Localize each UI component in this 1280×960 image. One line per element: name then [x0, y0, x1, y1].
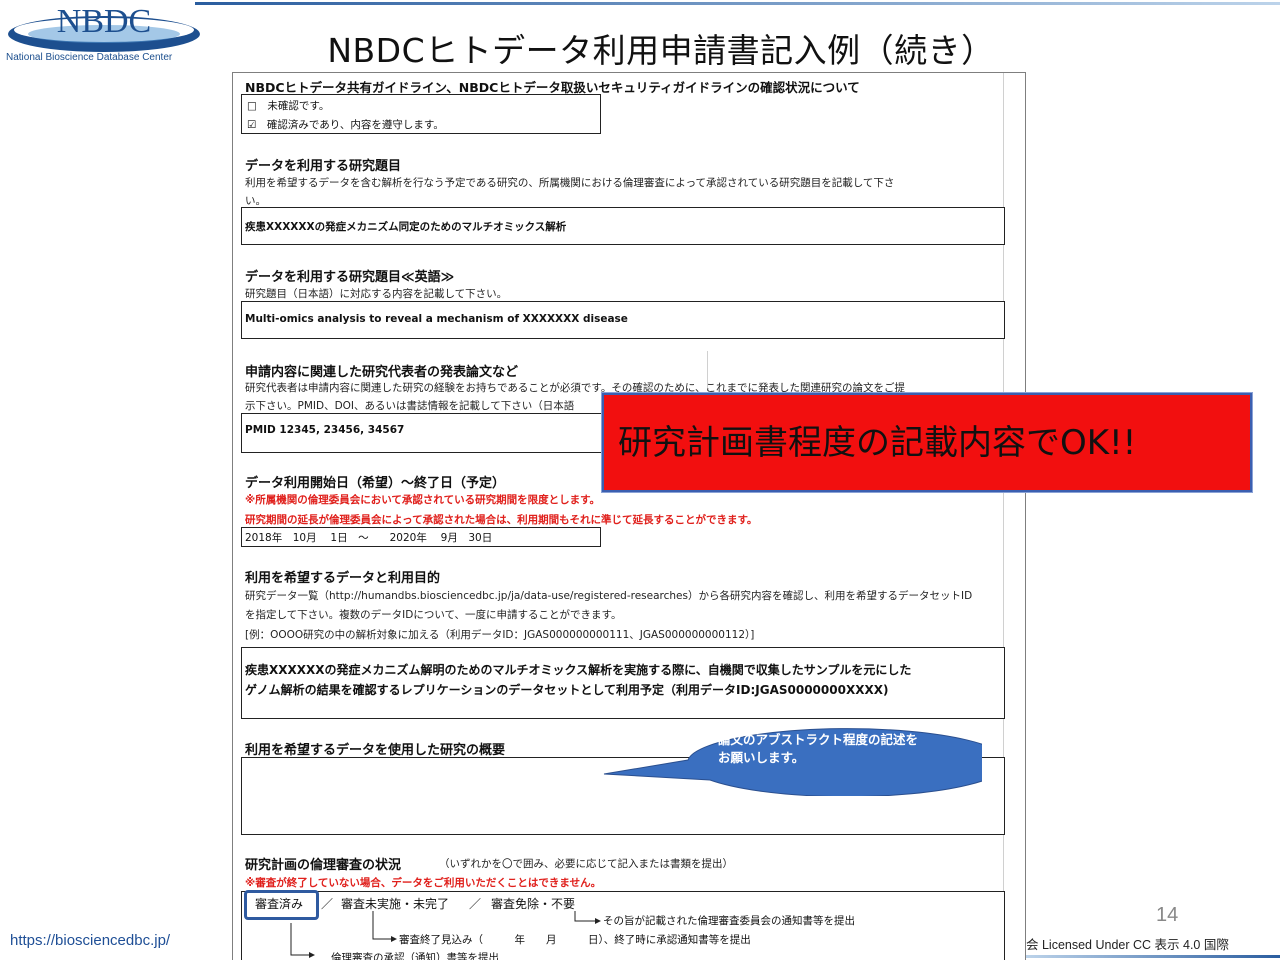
period-value: 2018年 10月 1日 ～ 2020年 9月 30日: [245, 532, 493, 544]
research-title-desc-1: 利用を希望するデータを含む解析を行なう予定である研究の、所属機関における倫理審査…: [245, 177, 895, 189]
footer-url[interactable]: https://biosciencedbc.jp/: [10, 932, 170, 949]
research-title-desc-2: い。: [245, 195, 266, 207]
data-purpose-value-2: ゲノム解析の結果を確認するレプリケーションのデータセットとして利用予定（利用デー…: [245, 683, 889, 697]
summary-heading: 利用を希望するデータを使用した研究の概要: [245, 743, 506, 758]
ethics-option-pending[interactable]: 審査未実施・未完了: [341, 895, 449, 912]
speech-bubble-line-1: 論文のアブストラクト程度の記述を: [718, 732, 919, 747]
research-title-heading: データを利用する研究題目: [245, 159, 402, 174]
footer-license: 会 Licensed Under CC 表示 4.0 国際: [1026, 938, 1229, 952]
ethics-separator-1: ／: [321, 897, 334, 911]
application-form-sheet: NBDCヒトデータ共有ガイドライン、NBDCヒトデータ取扱いセキュリティガイドラ…: [232, 72, 1026, 960]
page-number: 14: [1156, 904, 1179, 926]
papers-heading: 申請内容に関連した研究代表者の発表論文など: [245, 365, 519, 380]
guideline-option-unchecked[interactable]: □ 未確認です。: [247, 98, 329, 113]
papers-desc-2: 示下さい。PMID、DOI、あるいは書誌情報を記載して下さい（日本語: [245, 400, 575, 412]
data-purpose-desc-2: を指定して下さい。複数のデータIDについて、一度に申請することができます。: [245, 609, 622, 621]
ethics-branch-pending: 審査終了見込み（ 年 月 日）、終了時に承認通知書等を提出: [399, 934, 751, 946]
speech-bubble-text: 論文のアブストラクト程度の記述を お願いします。: [718, 731, 918, 767]
ethics-heading-note: （いずれかを〇で囲み、必要に応じて記入または書類を提出）: [439, 858, 733, 870]
ethics-option-exempt[interactable]: 審査免除・不要: [491, 895, 575, 912]
ethics-separator-2: ／: [469, 897, 482, 911]
period-heading: データ利用開始日（希望）～終了日（予定）: [245, 476, 506, 491]
research-title-en-heading: データを利用する研究題目≪英語≫: [245, 270, 455, 285]
speech-bubble-line-2: お願いします。: [718, 750, 805, 765]
red-callout-text: 研究計画書程度の記載内容でOK!!: [618, 423, 1137, 463]
ethics-red-note: ※審査が終了していない場合、データをご利用いただくことはできません。: [245, 877, 602, 889]
period-note-1: ※所属機関の倫理委員会において承認されている研究期間を限度とします。: [245, 494, 601, 506]
research-title-value: 疾患XXXXXXの発症メカニズム同定のためのマルチオミックス解析: [245, 221, 567, 233]
red-callout: 研究計画書程度の記載内容でOK!!: [602, 393, 1252, 492]
period-note-2: 研究期間の延長が倫理委員会によって承認された場合は、利用期間もそれに準じて延長す…: [245, 514, 758, 526]
research-title-en-value: Multi-omics analysis to reveal a mechani…: [245, 313, 628, 325]
papers-value: PMID 12345, 23456, 34567: [245, 424, 405, 436]
data-purpose-heading: 利用を希望するデータと利用目的: [245, 571, 441, 586]
data-purpose-value-1: 疾患XXXXXXの発症メカニズム解明のためのマルチオミックス解析を実施する際に、…: [245, 663, 912, 677]
header-rule: [195, 2, 1280, 5]
footer-rule: [1026, 955, 1280, 958]
ethics-heading: 研究計画の倫理審査の状況: [245, 858, 402, 873]
approved-highlight-box: [244, 890, 319, 920]
data-purpose-example: [例：OOOO研究の中の解析対象に加える（利用データID：JGAS0000000…: [245, 629, 755, 641]
data-purpose-desc-1: 研究データ一覧（http://humandbs.biosciencedbc.jp…: [245, 590, 973, 602]
slide-title: NBDCヒトデータ利用申請書記入例（続き）: [327, 31, 995, 70]
ethics-branch-approved: 倫理審査の承認（通知）書等を提出: [331, 952, 499, 960]
ethics-branch-exempt: その旨が記載された倫理審査委員会の通知書等を提出: [603, 915, 855, 927]
research-title-en-desc: 研究題目（日本語）に対応する内容を記載して下さい。: [245, 288, 508, 300]
guideline-option-checked[interactable]: ☑ 確認済みであり、内容を遵守します。: [247, 117, 444, 132]
